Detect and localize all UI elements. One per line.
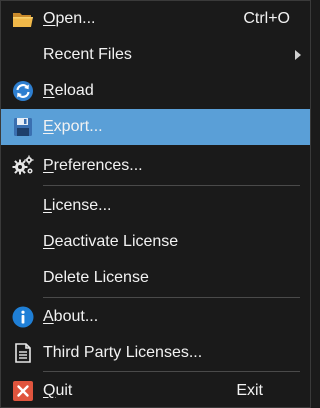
chevron-right-icon [295,50,301,60]
document-icon [12,342,34,364]
close-icon [12,380,34,402]
menu-item-preferences[interactable]: Preferences... [1,148,310,184]
menu-item-label: Recent Files [43,46,132,63]
menu-item-recent-files[interactable]: Recent Files [1,37,310,73]
menu-item-label: Deactivate License [43,233,179,250]
menu-item-deactivate-license[interactable]: Deactivate License [1,224,310,260]
menu-item-open[interactable]: Open... Ctrl+O [1,1,310,37]
menu-item-label: Preferences... [43,157,143,174]
menu-item-delete-license[interactable]: Delete License [1,260,310,296]
shortcut-label: Exit [236,382,263,399]
menu-item-label: About... [43,308,99,325]
reload-icon [12,80,34,102]
menu-item-label: Open... [43,10,96,27]
menu-item-about[interactable]: About... [1,299,310,335]
menu-item-quit[interactable]: Quit Exit [1,373,310,408]
menu-item-label: License... [43,197,112,214]
menu-item-license[interactable]: License... [1,188,310,224]
menu-separator [43,297,300,298]
menu-item-label: Delete License [43,269,149,286]
menu-item-label: Quit [43,382,73,399]
gears-icon [12,155,34,177]
menu-item-export[interactable]: Export... [1,109,310,145]
floppy-disk-icon [12,116,34,138]
folder-icon [12,8,34,30]
file-menu: Open... Ctrl+O Recent Files Reload Expor… [0,0,311,408]
menu-item-third-party-licenses[interactable]: Third Party Licenses... [1,335,310,371]
shortcut-label: Ctrl+O [243,10,290,27]
menu-item-reload[interactable]: Reload [1,73,310,109]
info-icon [12,306,34,328]
menu-item-label: Export... [43,118,103,135]
menu-item-label: Reload [43,82,94,99]
menu-separator [43,185,300,186]
menu-item-label: Third Party Licenses... [43,344,203,361]
menu-separator [43,371,300,372]
